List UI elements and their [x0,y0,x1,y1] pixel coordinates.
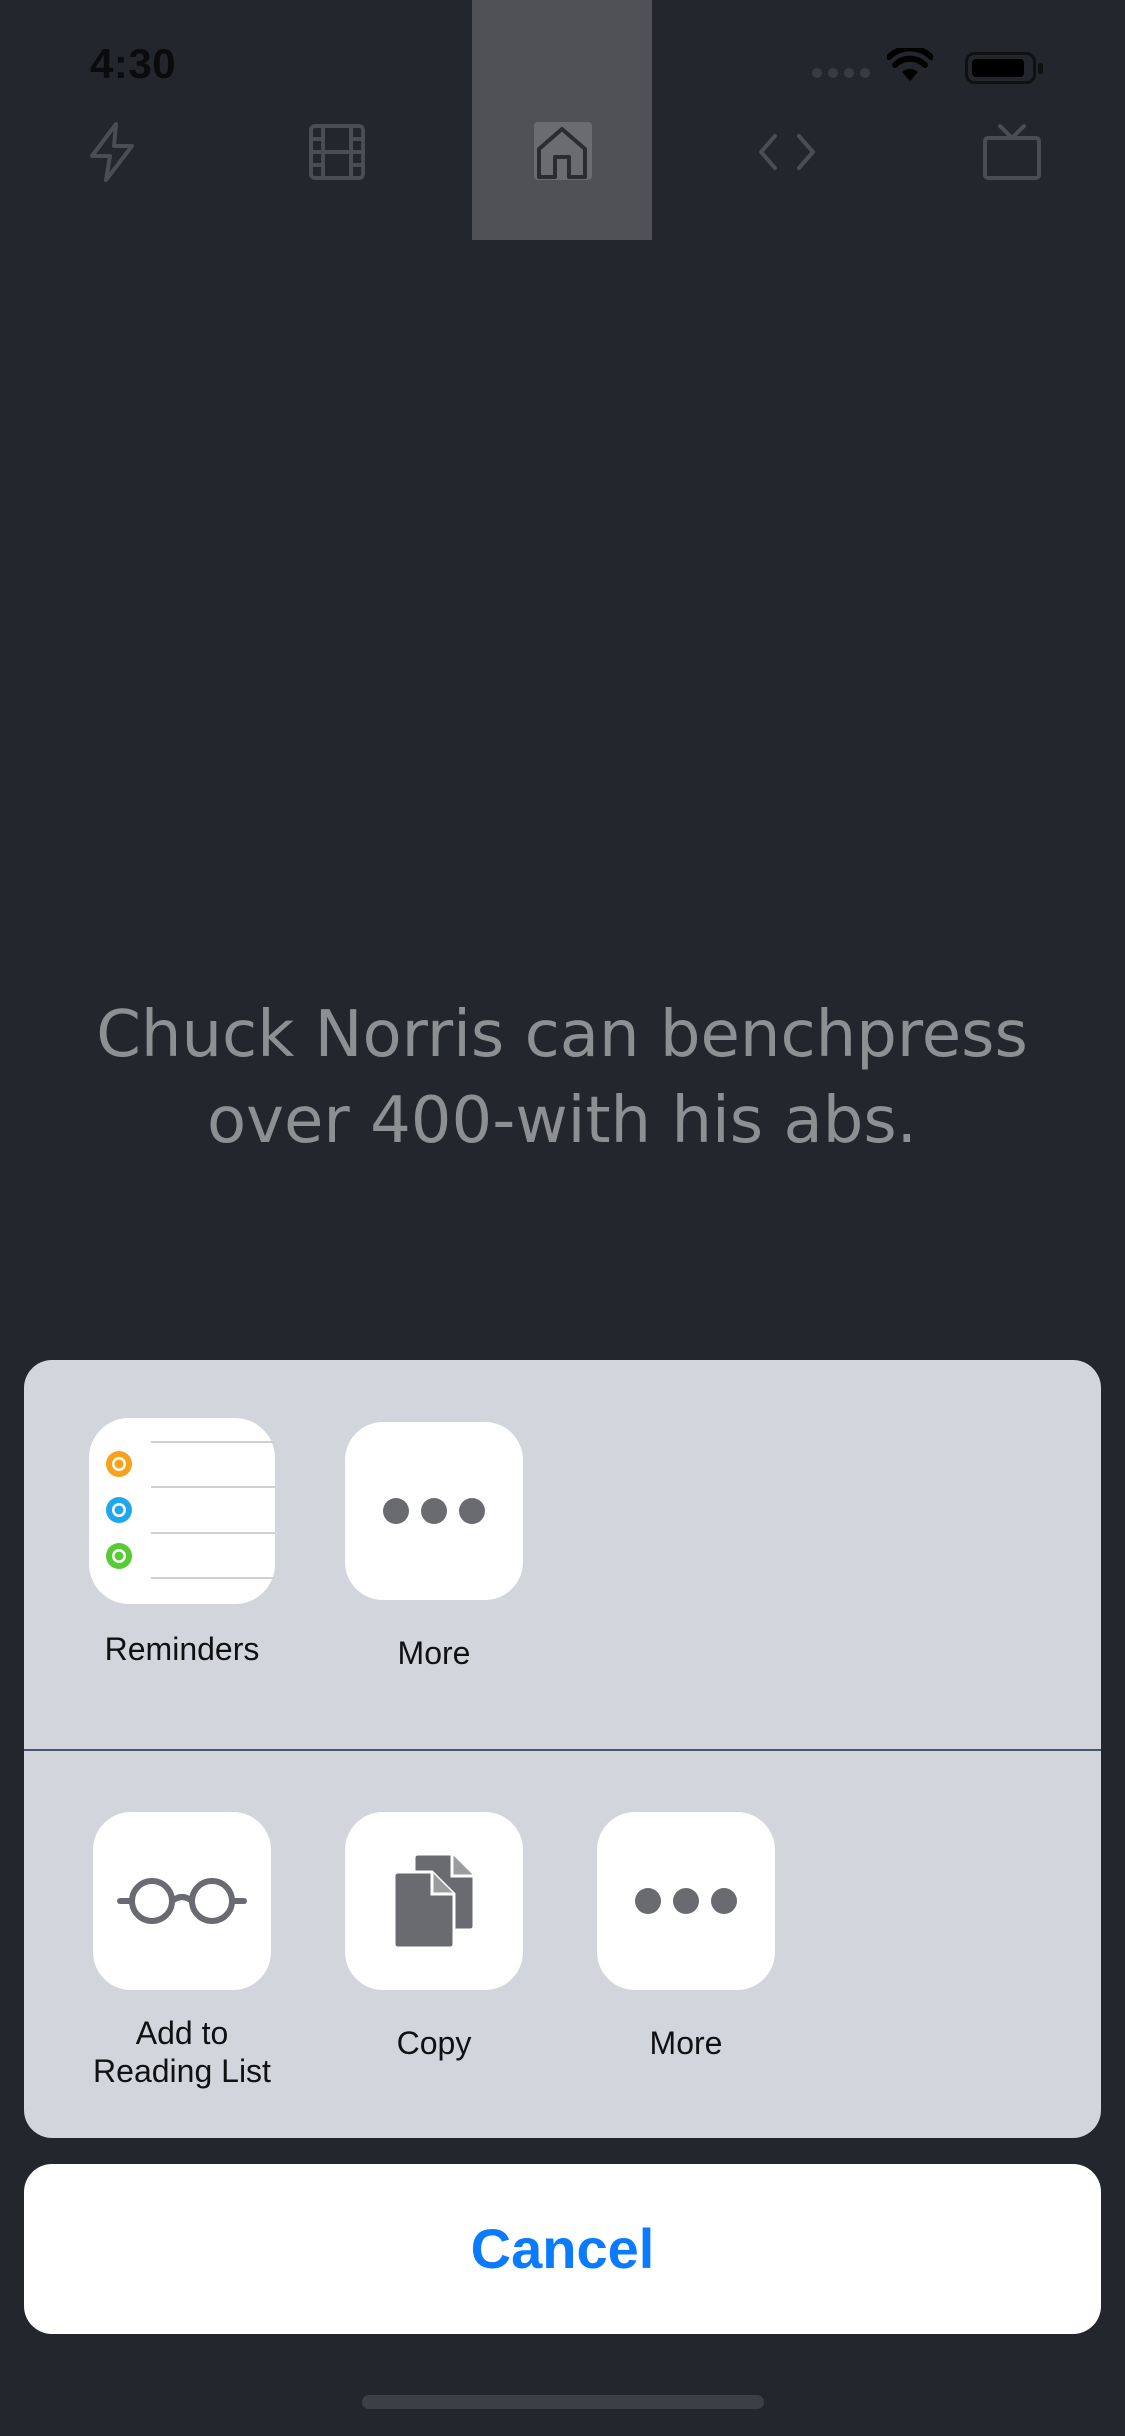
share-action-reading-list[interactable]: Add to Reading List [72,1812,292,2090]
more-icon [345,1422,523,1600]
share-action-copy[interactable]: Copy [324,1812,544,2062]
share-label: Reminders [104,1631,260,1667]
cancel-button[interactable]: Cancel [24,2164,1101,2334]
home-indicator[interactable] [362,2395,764,2409]
tv-icon [983,124,1041,180]
film-icon [309,124,365,180]
joke-text: Chuck Norris can benchpress over 400-wit… [96,998,1028,1158]
lightning-icon [90,122,134,182]
share-label: Copy [396,2025,472,2061]
share-apps-row: Reminders More [24,1360,1101,1750]
glasses-icon [93,1812,271,1990]
reminders-icon [89,1418,275,1604]
more-icon [597,1812,775,1990]
share-label: Add to Reading List [93,2015,271,2089]
tab-code[interactable] [697,70,877,240]
share-app-more[interactable]: More [324,1422,544,1672]
tab-tv[interactable] [922,70,1102,240]
share-sheet: Reminders More Add to Reading List Copy … [24,1360,1101,2138]
tab-home[interactable] [472,0,652,240]
home-icon [537,127,587,179]
tab-lightning[interactable] [22,70,202,240]
copy-icon [345,1812,523,1990]
tab-film[interactable] [247,70,427,240]
top-tab-bar [0,0,1125,240]
share-action-more[interactable]: More [576,1812,796,2062]
share-actions-row: Add to Reading List Copy More [24,1750,1101,2138]
share-label: More [397,1635,471,1671]
share-app-reminders[interactable]: Reminders [72,1418,292,1668]
share-label: More [649,2025,723,2061]
code-icon [759,134,815,170]
